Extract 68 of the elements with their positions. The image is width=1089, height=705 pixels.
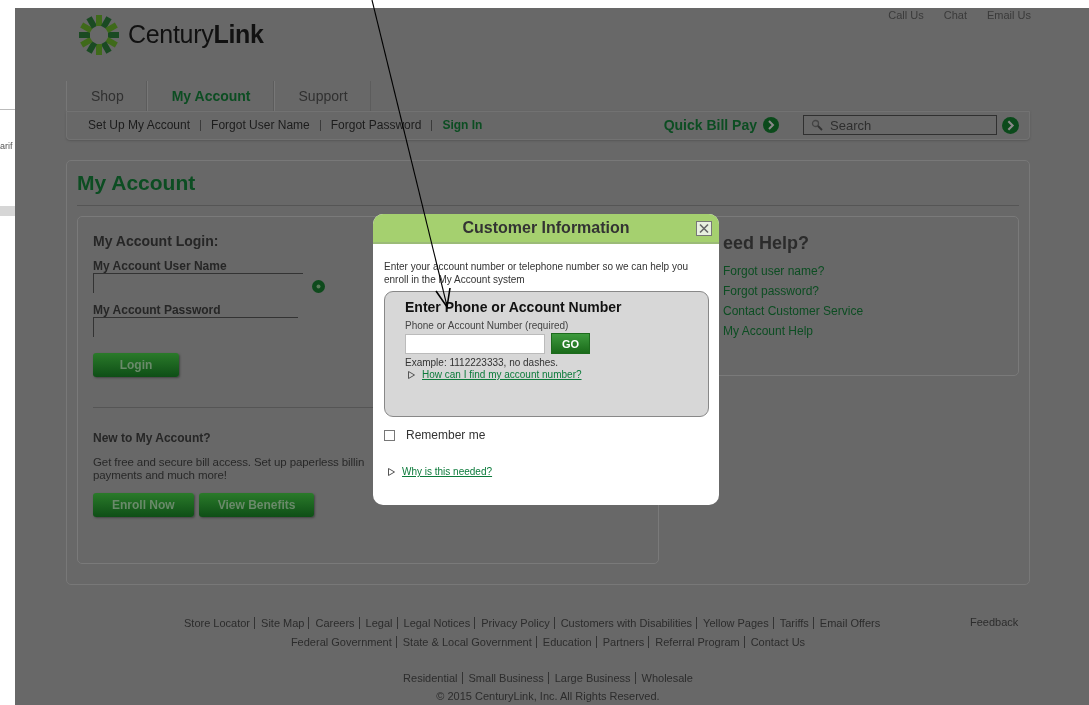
footer-link[interactable]: Careers bbox=[315, 616, 355, 629]
nav-link[interactable]: Sign In bbox=[442, 118, 483, 133]
description-text: Get free and secure bill access. Set up paperless billin payments and much more! bbox=[93, 456, 365, 483]
feedback-link[interactable]: Feedback bbox=[970, 616, 1019, 628]
footer-link[interactable]: Email Offers bbox=[819, 616, 881, 629]
field-label: My Account User Name bbox=[93, 259, 227, 274]
quick-bill-pay-link[interactable]: Quick Bill Pay bbox=[663, 117, 757, 134]
footer-link[interactable]: Residential bbox=[403, 671, 458, 684]
text-field[interactable] bbox=[93, 273, 303, 294]
tab[interactable]: Shop bbox=[66, 80, 147, 111]
action-button[interactable]: View Benefits bbox=[198, 493, 315, 518]
footer-link[interactable]: State & Local Government bbox=[402, 635, 532, 648]
footer-link[interactable]: Wholesale bbox=[641, 671, 693, 684]
footer-link[interactable]: Legal Notices bbox=[403, 616, 471, 629]
help-link[interactable]: How can I find my account number? bbox=[422, 369, 582, 380]
help-icon[interactable] bbox=[312, 280, 325, 294]
search-field[interactable]: Search bbox=[803, 115, 997, 136]
help-link[interactable]: Forgot password? bbox=[723, 284, 1018, 299]
footer-link[interactable]: Site Map bbox=[261, 616, 305, 629]
window-text: arif bbox=[0, 141, 13, 152]
footer-link[interactable]: Federal Government bbox=[290, 635, 392, 648]
go-button[interactable]: GO bbox=[551, 333, 590, 354]
footer-link[interactable]: Privacy Policy bbox=[481, 616, 550, 629]
footer-link[interactable]: Referral Program bbox=[655, 635, 740, 648]
footer-link[interactable]: Education bbox=[542, 635, 592, 648]
action-button[interactable]: Enroll Now bbox=[93, 493, 194, 518]
checkbox[interactable] bbox=[384, 429, 395, 441]
help-link[interactable]: Contact Customer Service bbox=[723, 304, 1018, 319]
account-number-field[interactable] bbox=[405, 333, 545, 354]
password-field[interactable] bbox=[93, 317, 298, 338]
window-bar bbox=[0, 206, 15, 216]
logo-text: CenturyLink bbox=[128, 20, 264, 50]
checkbox-label: Remember me bbox=[406, 428, 486, 442]
footer-link[interactable]: Small Business bbox=[468, 671, 544, 684]
triangle-icon bbox=[408, 370, 415, 379]
nav-link[interactable]: Forgot User Name bbox=[211, 118, 310, 133]
arrow-circle-icon[interactable] bbox=[1002, 116, 1019, 134]
footer-link[interactable]: Legal bbox=[365, 616, 393, 629]
dialog-title: Customer Information bbox=[462, 219, 630, 237]
arrow-circle-icon[interactable] bbox=[763, 117, 779, 134]
help-link[interactable]: My Account Help bbox=[723, 324, 1018, 339]
example-text: Example: 1112223333, no dashes. bbox=[405, 357, 560, 368]
page-title: My Account bbox=[77, 171, 1019, 207]
field-label: My Account Password bbox=[93, 303, 221, 318]
nav-link[interactable]: Forgot Password bbox=[330, 118, 422, 133]
tab[interactable]: My Account bbox=[146, 80, 274, 111]
tab[interactable]: Support bbox=[273, 80, 371, 111]
section-title: My Account Login: bbox=[93, 233, 219, 250]
footer-link[interactable]: Large Business bbox=[554, 671, 631, 684]
nav-link[interactable]: Set Up My Account bbox=[88, 118, 191, 133]
help-link[interactable]: Forgot user name? bbox=[723, 264, 1018, 279]
section-title: New to My Account? bbox=[93, 431, 211, 446]
footer-link[interactable]: Partners bbox=[602, 635, 645, 648]
triangle-icon bbox=[388, 467, 395, 476]
footer-link[interactable]: Store Locator bbox=[184, 616, 251, 629]
footer-link[interactable]: Customers with Disabilities bbox=[560, 616, 693, 629]
search-icon bbox=[811, 119, 823, 132]
field-label: Phone or Account Number (required) bbox=[405, 320, 570, 331]
close-icon[interactable] bbox=[696, 221, 712, 236]
help-title: eed Help? bbox=[723, 233, 811, 255]
login-button[interactable]: Login bbox=[93, 353, 179, 378]
logo-icon bbox=[78, 13, 120, 56]
footer-link[interactable]: Yellow Pages bbox=[703, 616, 769, 629]
section-title: Enter Phone or Account Number bbox=[405, 299, 623, 315]
footer-link[interactable]: Tariffs bbox=[779, 616, 809, 629]
footer-link[interactable]: Contact Us bbox=[750, 635, 806, 648]
help-link[interactable]: Why is this needed? bbox=[402, 466, 493, 477]
copyright-text: © 2015 CenturyLink, Inc. All Rights Reserved. bbox=[435, 689, 661, 704]
